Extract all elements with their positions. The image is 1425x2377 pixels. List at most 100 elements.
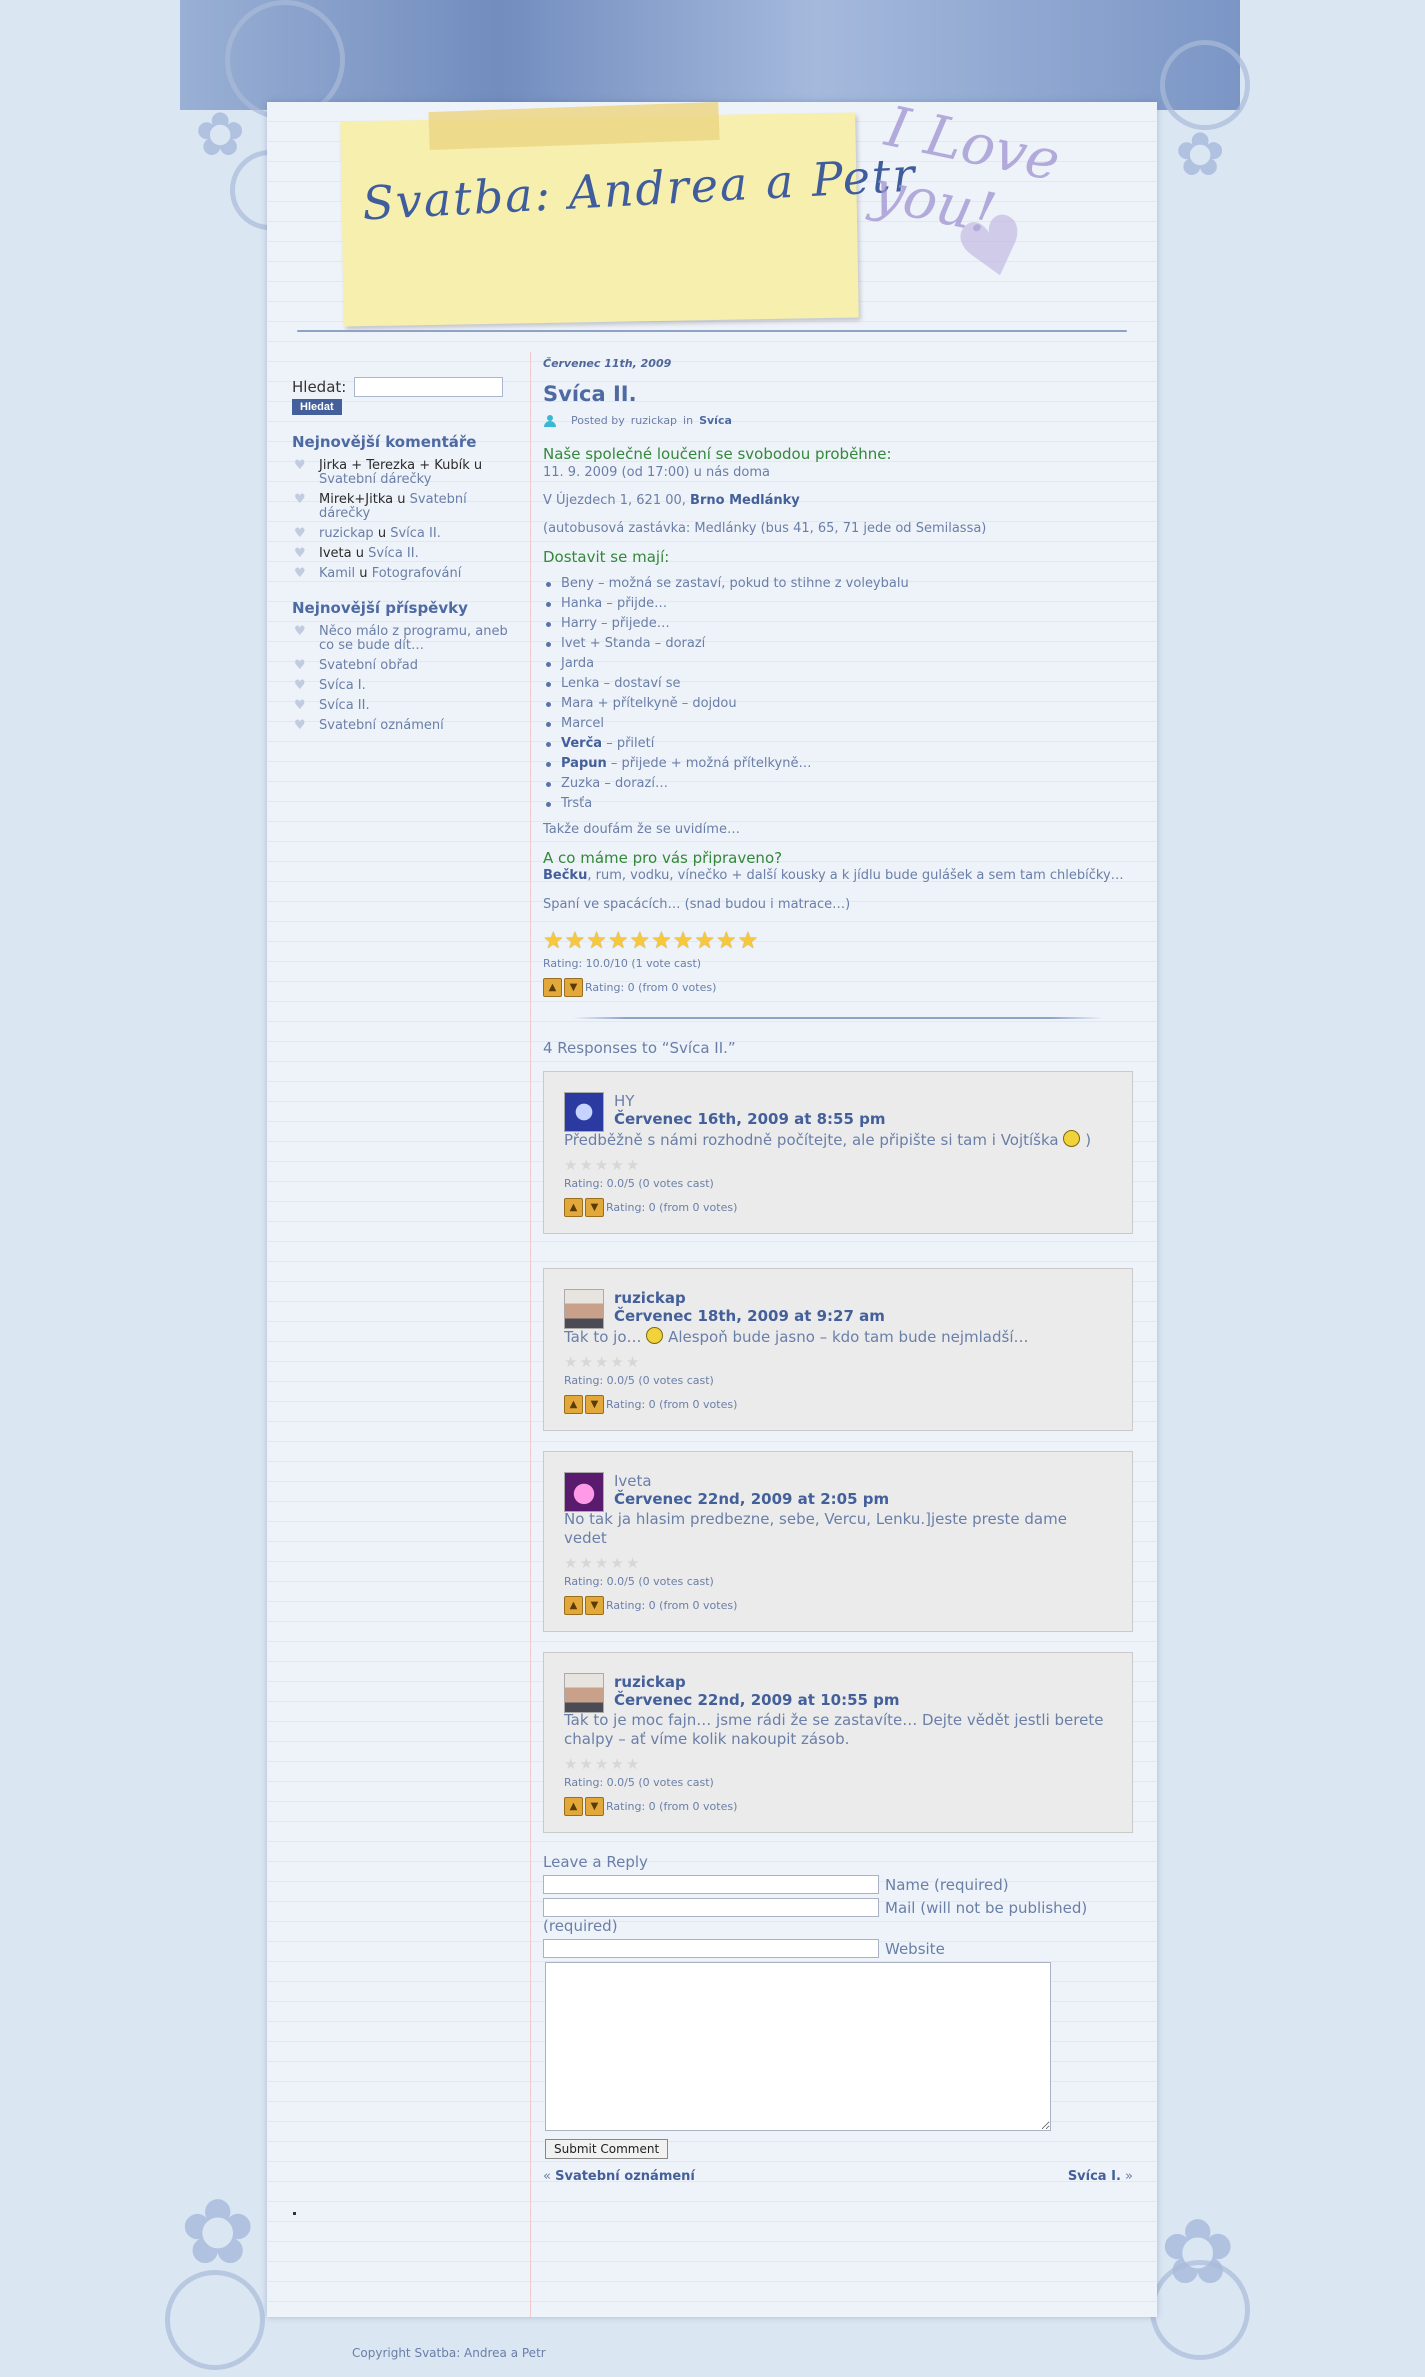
thumbs-down-icon[interactable]: ▼: [585, 1198, 604, 1217]
post-thumbs-rating: ▲ ▼ Rating: 0 (from 0 votes): [543, 978, 1133, 997]
website-label: Website: [885, 1939, 945, 1958]
recent-post-link[interactable]: Svíca I.: [319, 678, 366, 693]
star-empty-icon[interactable]: ★: [579, 1556, 592, 1571]
name-label: Name (required): [885, 1875, 1009, 1894]
thumbs-down-icon[interactable]: ▼: [564, 978, 583, 997]
comment-textarea[interactable]: [545, 1962, 1051, 2131]
recent-post-link[interactable]: Něco málo z programu, aneb co se bude dí…: [319, 624, 508, 653]
comment-rating-stars[interactable]: ★ ★ ★ ★ ★: [564, 1556, 1112, 1571]
submit-comment-button[interactable]: Submit Comment: [545, 2139, 669, 2159]
meta-category-link[interactable]: Svíca: [699, 414, 732, 427]
thumbs-down-icon[interactable]: ▼: [585, 1797, 604, 1816]
star-icon[interactable]: ★: [716, 930, 737, 953]
star-empty-icon[interactable]: ★: [564, 1158, 577, 1173]
comment-rating-stars[interactable]: ★ ★ ★ ★ ★: [564, 1757, 1112, 1772]
recent-post-link[interactable]: Svatební obřad: [319, 658, 418, 673]
star-empty-icon[interactable]: ★: [626, 1355, 639, 1370]
avatar: [564, 1092, 604, 1132]
post-rating-stars[interactable]: ★ ★ ★ ★ ★ ★ ★ ★ ★ ★: [543, 930, 1133, 953]
comment-date[interactable]: Červenec 22nd, 2009 at 10:55 pm: [614, 1691, 900, 1709]
post-title[interactable]: Svíca II.: [543, 382, 1133, 406]
star-empty-icon[interactable]: ★: [610, 1158, 623, 1173]
star-empty-icon[interactable]: ★: [595, 1556, 608, 1571]
comment-author-link[interactable]: ruzickap: [614, 1289, 885, 1307]
prev-post-link[interactable]: Svatební oznámení: [555, 2169, 695, 2184]
avatar: [564, 1673, 604, 1713]
swirl-decoration: [1160, 40, 1250, 130]
post-meta: Posted by ruzickap in Svíca: [543, 414, 1133, 427]
thumbs-up-icon[interactable]: ▲: [564, 1395, 583, 1414]
comment-post-link[interactable]: Svatební dárečky: [319, 472, 431, 487]
star-empty-icon[interactable]: ★: [626, 1556, 639, 1571]
thumbs-up-icon[interactable]: ▲: [564, 1596, 583, 1615]
star-empty-icon[interactable]: ★: [595, 1355, 608, 1370]
star-icon[interactable]: ★: [651, 930, 672, 953]
comment-date[interactable]: Červenec 18th, 2009 at 9:27 am: [614, 1307, 885, 1325]
guest-text: Marcel: [561, 716, 604, 731]
comment-post-link[interactable]: Svíca II.: [390, 526, 441, 541]
comment-text-part: Alespoň bude jasno – kdo tam bude nejmla…: [668, 1328, 1029, 1346]
star-empty-icon[interactable]: ★: [610, 1355, 623, 1370]
recent-post-link[interactable]: Svatební oznámení: [319, 718, 444, 733]
star-icon[interactable]: ★: [630, 930, 651, 953]
star-icon[interactable]: ★: [586, 930, 607, 953]
star-empty-icon[interactable]: ★: [626, 1158, 639, 1173]
website-row: Website: [543, 1939, 1133, 1958]
post-address: V Újezdech 1, 621 00, Brno Medlánky: [543, 493, 1133, 508]
thumbs-down-icon[interactable]: ▼: [585, 1596, 604, 1615]
comment-author: Iveta: [319, 546, 352, 561]
thumbs-up-icon[interactable]: ▲: [543, 978, 562, 997]
thumbs-down-icon[interactable]: ▼: [585, 1395, 604, 1414]
menu-bold: Bečku: [543, 868, 588, 883]
comment-date[interactable]: Červenec 16th, 2009 at 8:55 pm: [614, 1110, 886, 1128]
star-icon[interactable]: ★: [738, 930, 759, 953]
comment-post-link[interactable]: Fotografování: [372, 566, 462, 581]
main-content: Červenec 11th, 2009 Svíca II. Posted by …: [543, 357, 1133, 2184]
search-input[interactable]: [354, 377, 504, 397]
star-empty-icon[interactable]: ★: [610, 1556, 623, 1571]
smiley-icon: [1063, 1130, 1081, 1147]
star-empty-icon[interactable]: ★: [564, 1757, 577, 1772]
star-empty-icon[interactable]: ★: [595, 1158, 608, 1173]
post-rating-text: Rating: 10.0/10 (1 vote cast): [543, 957, 702, 970]
thumbs-up-icon[interactable]: ▲: [564, 1797, 583, 1816]
name-field[interactable]: [543, 1875, 879, 1894]
recent-post-link[interactable]: Svíca II.: [319, 698, 370, 713]
guest-item: Beny – možná se zastaví, pokud to stihne…: [543, 574, 1133, 594]
comment-author: Mirek+Jitka: [319, 492, 394, 507]
comment-author-link[interactable]: ruzickap: [614, 1673, 900, 1691]
comment-rating-stars[interactable]: ★ ★ ★ ★ ★: [564, 1158, 1112, 1173]
star-empty-icon[interactable]: ★: [626, 1757, 639, 1772]
recent-post-item: Něco málo z programu, aneb co se bude dí…: [292, 625, 522, 653]
star-icon[interactable]: ★: [543, 930, 564, 953]
star-empty-icon[interactable]: ★: [564, 1556, 577, 1571]
thumbs-up-icon[interactable]: ▲: [564, 1198, 583, 1217]
comment-text-part: Tak to jo…: [564, 1328, 642, 1346]
comment-author-link[interactable]: ruzickap: [319, 526, 374, 541]
search-form: Hledat:: [292, 377, 522, 397]
star-empty-icon[interactable]: ★: [579, 1757, 592, 1772]
comment-date[interactable]: Červenec 22nd, 2009 at 2:05 pm: [614, 1490, 889, 1508]
email-field[interactable]: [543, 1898, 879, 1917]
guest-item: Zuzka – dorazí…: [543, 774, 1133, 794]
star-empty-icon[interactable]: ★: [579, 1158, 592, 1173]
star-icon[interactable]: ★: [565, 930, 586, 953]
prev-post: « Svatební oznámení: [543, 2169, 695, 2184]
comment-rating-stars[interactable]: ★ ★ ★ ★ ★: [564, 1355, 1112, 1370]
star-empty-icon[interactable]: ★: [610, 1757, 623, 1772]
swirl-decoration: [1150, 2260, 1250, 2360]
comment-author-link[interactable]: Kamil: [319, 566, 355, 581]
recent-comments-title: Nejnovější komentáře: [292, 433, 477, 451]
star-empty-icon[interactable]: ★: [564, 1355, 577, 1370]
guest-item: Hanka – přijde…: [543, 594, 1133, 614]
next-post-link[interactable]: Svíca I.: [1068, 2169, 1121, 2184]
star-empty-icon[interactable]: ★: [595, 1757, 608, 1772]
star-empty-icon[interactable]: ★: [579, 1355, 592, 1370]
search-button[interactable]: Hledat: [292, 399, 342, 415]
star-icon[interactable]: ★: [694, 930, 715, 953]
website-field[interactable]: [543, 1939, 879, 1958]
comment-post-link[interactable]: Svíca II.: [368, 546, 419, 561]
star-icon[interactable]: ★: [608, 930, 629, 953]
swirl-decoration: [165, 2270, 265, 2370]
star-icon[interactable]: ★: [673, 930, 694, 953]
